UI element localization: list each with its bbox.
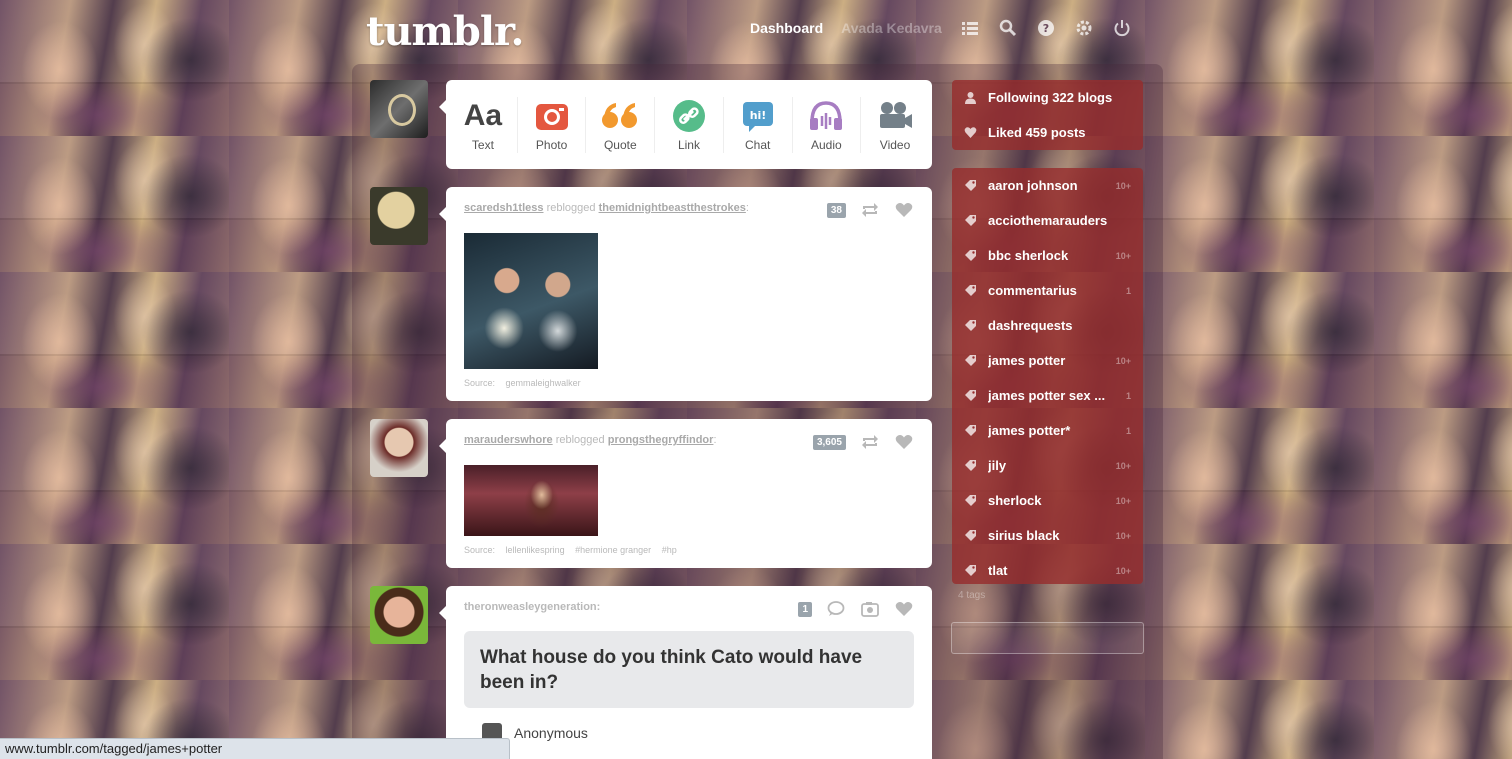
tag-icon <box>964 179 980 192</box>
text-icon: Aa <box>463 98 503 132</box>
post-avatar[interactable] <box>370 586 428 644</box>
sidebar-search-box[interactable] <box>951 622 1144 654</box>
post-controls: 38 <box>826 201 914 219</box>
tracked-tag[interactable]: sirius black 10+ <box>952 518 1143 553</box>
tracked-tag[interactable]: aaron johnson 10+ <box>952 168 1143 203</box>
post-avatar[interactable] <box>370 187 428 245</box>
reply-icon[interactable] <box>826 600 846 618</box>
tracked-tag[interactable]: james potter* 1 <box>952 413 1143 448</box>
post-controls: 1 <box>798 600 914 618</box>
tracked-tags-list: aaron johnson 10+ acciothemarauders bbc s… <box>952 168 1143 584</box>
post-source: Source: lellenlikespring #hermione grang… <box>464 545 677 555</box>
tracked-tag[interactable]: acciothemarauders <box>952 203 1143 238</box>
post-header: theronweasleygeneration: <box>464 601 600 613</box>
post-header: marauderswhore reblogged prongsthegryffi… <box>464 434 717 446</box>
power-icon[interactable] <box>1112 18 1132 38</box>
reblog-source-link[interactable]: themidnightbeastthestrokes <box>599 202 746 214</box>
tracked-tag[interactable]: jily 10+ <box>952 448 1143 483</box>
tag-icon <box>964 319 980 332</box>
reblog-icon[interactable] <box>860 201 880 219</box>
video-camera-icon <box>877 98 913 134</box>
tag-icon <box>964 389 980 402</box>
more-tags-link[interactable]: 4 tags <box>958 590 985 601</box>
post-controls: 3,605 <box>812 433 914 451</box>
ask-question: What house do you think Cato would have … <box>464 631 914 708</box>
browser-status-bar: www.tumblr.com/tagged/james+potter <box>0 738 510 759</box>
dashboard-post: scaredsh1tless reblogged themidnightbeas… <box>439 187 932 401</box>
help-icon[interactable]: ? <box>1036 18 1056 38</box>
post-header: scaredsh1tless reblogged themidnightbeas… <box>464 202 749 214</box>
compose-quote-button[interactable]: Quote <box>588 98 652 152</box>
post-tag[interactable]: #hp <box>662 545 677 555</box>
tracked-tag[interactable]: james potter 10+ <box>952 343 1143 378</box>
tracked-tag[interactable]: james potter sex ... 1 <box>952 378 1143 413</box>
post-avatar[interactable] <box>370 419 428 477</box>
liked-link[interactable]: Liked 459 posts <box>952 115 1143 150</box>
post-source: Source: gemmaleighwalker <box>464 378 581 388</box>
tag-icon <box>964 529 980 542</box>
quote-icon <box>601 98 639 134</box>
compose-text-button[interactable]: Aa Text <box>451 98 515 152</box>
svg-text:?: ? <box>1043 22 1049 35</box>
tracked-tag[interactable]: dashrequests <box>952 308 1143 343</box>
link-icon <box>672 98 706 134</box>
post-tag[interactable]: #hermione granger <box>575 545 651 555</box>
notes-count[interactable]: 38 <box>826 202 846 218</box>
reblog-source-link[interactable]: prongsthegryffindor <box>608 434 714 446</box>
photo-reply-icon[interactable] <box>860 600 880 618</box>
headphones-icon <box>808 98 844 134</box>
post-photo[interactable] <box>464 233 598 369</box>
svg-text:hi!: hi! <box>749 109 766 122</box>
gear-icon[interactable] <box>1074 18 1094 38</box>
tag-icon <box>964 214 980 227</box>
dashboard-post: theronweasleygeneration: 1 What house do… <box>439 586 932 759</box>
tag-icon <box>964 354 980 367</box>
nav-dashboard[interactable]: Dashboard <box>750 20 823 36</box>
tracked-tag[interactable]: commentarius 1 <box>952 273 1143 308</box>
chat-icon: hi! <box>741 98 775 134</box>
person-icon <box>964 91 980 104</box>
heart-icon[interactable] <box>894 600 914 618</box>
tag-icon <box>964 459 980 472</box>
source-link[interactable]: gemmaleighwalker <box>506 378 581 388</box>
tracked-tag[interactable]: sherlock 10+ <box>952 483 1143 518</box>
compose-link-button[interactable]: Link <box>657 98 721 152</box>
post-composer: Aa Text Photo Quote Link hi! Chat Audio <box>439 80 932 169</box>
source-link[interactable]: lellenlikespring <box>506 545 565 555</box>
post-author-link[interactable]: theronweasleygeneration: <box>464 601 600 613</box>
sidebar-stats: Following 322 blogs Liked 459 posts <box>952 80 1143 150</box>
nav-blog[interactable]: Avada Kedavra <box>841 20 942 36</box>
post-photo[interactable] <box>464 465 598 536</box>
reblog-icon[interactable] <box>860 433 880 451</box>
user-avatar[interactable] <box>370 80 428 138</box>
compose-video-button[interactable]: Video <box>863 98 927 152</box>
heart-icon[interactable] <box>894 201 914 219</box>
post-author-link[interactable]: scaredsh1tless <box>464 202 544 214</box>
camera-icon <box>535 98 569 134</box>
tracked-tag[interactable]: bbc sherlock 10+ <box>952 238 1143 273</box>
tracked-tag[interactable]: tlat 10+ <box>952 553 1143 588</box>
heart-icon <box>964 126 980 139</box>
tag-icon <box>964 249 980 262</box>
heart-icon[interactable] <box>894 433 914 451</box>
search-icon[interactable] <box>998 18 1018 38</box>
tumblr-logo[interactable]: tumblr. <box>366 8 524 55</box>
top-navigation: Dashboard Avada Kedavra ? <box>750 18 1132 38</box>
list-icon[interactable] <box>960 18 980 38</box>
tag-icon <box>964 564 980 577</box>
post-author-link[interactable]: marauderswhore <box>464 434 553 446</box>
notes-count[interactable]: 1 <box>798 601 812 617</box>
tag-icon <box>964 494 980 507</box>
tag-icon <box>964 424 980 437</box>
notes-count[interactable]: 3,605 <box>812 434 846 450</box>
asker-name: Anonymous <box>514 725 588 741</box>
following-link[interactable]: Following 322 blogs <box>952 80 1143 115</box>
compose-audio-button[interactable]: Audio <box>794 98 858 152</box>
dashboard-post: marauderswhore reblogged prongsthegryffi… <box>439 419 932 568</box>
tag-icon <box>964 284 980 297</box>
compose-chat-button[interactable]: hi! Chat <box>726 98 790 152</box>
compose-photo-button[interactable]: Photo <box>520 98 584 152</box>
